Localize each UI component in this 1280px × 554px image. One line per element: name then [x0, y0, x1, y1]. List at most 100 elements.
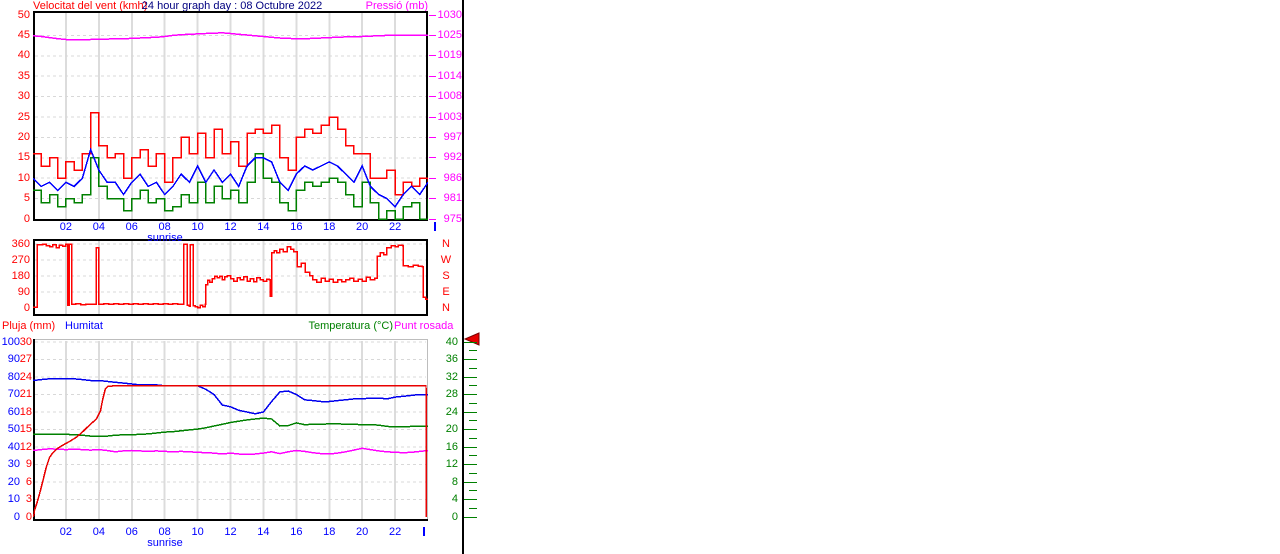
- hour-tick-label-top: 06: [125, 221, 138, 233]
- pressure-tick-label: 1003: [437, 111, 462, 123]
- wind-speed-tick-label: 30: [17, 90, 30, 102]
- wind-speed-pressure-chart: [33, 11, 428, 221]
- rain-tick-label: 6: [25, 476, 32, 488]
- weather-24h-graph-page: Velocitat del vent (kmh) 24 hour graph d…: [0, 0, 1280, 554]
- sunrise-label-top: sunrise: [147, 232, 183, 244]
- hour-tick-label-top: 10: [191, 221, 204, 233]
- temperature-minor-tick: [469, 403, 477, 404]
- temperature-major-tick: [464, 359, 477, 360]
- wind-speed-tick-label: 15: [17, 151, 30, 163]
- rain-humidity-temperature-chart: [33, 339, 428, 521]
- frame-divider: [462, 0, 464, 554]
- rain-legend-label: Pluja (mm): [2, 320, 56, 332]
- hour-tick-label-bottom: 18: [323, 526, 336, 538]
- compass-letter-label: E: [442, 286, 450, 298]
- temperature-tick-label: 0: [451, 511, 458, 523]
- temperature-major-tick: [464, 342, 477, 343]
- marker-left-arrow-icon: [464, 332, 480, 346]
- direction-tick-label: 0: [23, 302, 30, 314]
- pressure-tick-label: 1008: [437, 90, 462, 102]
- wind-speed-tick-label: 5: [23, 192, 30, 204]
- wind-speed-tick-label: 50: [17, 9, 30, 21]
- pressure-tick-label: 1019: [437, 49, 462, 61]
- temperature-major-tick: [464, 499, 477, 500]
- pressure-tick-label: 975: [443, 213, 462, 225]
- wind-speed-tick-label: 40: [17, 49, 30, 61]
- temperature-tick-label: 40: [445, 336, 458, 348]
- temperature-minor-tick: [469, 455, 477, 456]
- wind-speed-tick-label: 0: [23, 213, 30, 225]
- rain-tick-label: 24: [19, 371, 32, 383]
- hour-tick-label-top: 14: [257, 221, 270, 233]
- temperature-tick-label: 16: [445, 441, 458, 453]
- temperature-minor-tick: [469, 385, 477, 386]
- hour-tick-label-top: 18: [323, 221, 336, 233]
- hour-tick-label-top: 04: [92, 221, 105, 233]
- temperature-tick-label: 12: [445, 458, 458, 470]
- direction-tick-label: 270: [11, 254, 30, 266]
- temperature-major-tick: [464, 394, 477, 395]
- hour-tick-label-bottom: 12: [224, 526, 237, 538]
- hour-tick-label-bottom: 14: [257, 526, 270, 538]
- temperature-minor-tick: [469, 350, 477, 351]
- compass-letter-label: N: [442, 302, 450, 314]
- temperature-tick-label: 4: [451, 493, 458, 505]
- temperature-major-tick: [464, 464, 477, 465]
- axis-end-tick: [423, 527, 425, 536]
- hour-tick-label-bottom: 02: [59, 526, 73, 538]
- hour-tick-label-top: 12: [224, 221, 237, 233]
- temperature-tick-label: 32: [445, 371, 458, 383]
- wind-speed-tick-label: 10: [17, 172, 30, 184]
- temperature-minor-tick: [469, 420, 477, 421]
- temperature-minor-tick: [469, 473, 477, 474]
- temperature-minor-tick: [469, 490, 477, 491]
- hour-tick-label-top: 02: [59, 221, 73, 233]
- hour-tick-label-top: 08: [158, 221, 171, 233]
- pressure-tick-label: 992: [443, 151, 462, 163]
- sunrise-label-bottom: sunrise: [147, 537, 183, 549]
- rain-tick-label: 21: [19, 388, 32, 400]
- hour-tick-label-bottom: 08: [158, 526, 171, 538]
- pressure-tick-label: 1025: [437, 29, 462, 41]
- hour-tick-label-top: 16: [290, 221, 303, 233]
- pressure-tick-label: 986: [443, 172, 462, 184]
- wind-direction-chart: [33, 239, 428, 316]
- wind-speed-tick-label: 25: [17, 111, 30, 123]
- temperature-minor-tick: [469, 368, 477, 369]
- compass-letter-label: S: [442, 270, 450, 282]
- temperature-major-tick: [464, 429, 477, 430]
- temperature-major-tick: [464, 377, 477, 378]
- direction-tick-label: 180: [11, 270, 30, 282]
- wind-speed-tick-label: 45: [17, 29, 30, 41]
- temperature-major-tick: [464, 412, 477, 413]
- temperature-tick-label: 36: [445, 353, 458, 365]
- rain-tick-label: 18: [19, 406, 32, 418]
- hour-tick-label-top: 22: [388, 221, 402, 233]
- hour-tick-label-bottom: 10: [191, 526, 204, 538]
- dewpoint-legend-label: Punt rosada: [394, 320, 454, 332]
- temperature-tick-label: 20: [445, 423, 458, 435]
- temperature-legend-label: Temperatura (°C): [308, 320, 393, 332]
- hour-tick-label-bottom: 20: [356, 526, 369, 538]
- rain-tick-label: 15: [19, 423, 32, 435]
- hour-tick-label-bottom: 16: [290, 526, 303, 538]
- rain-tick-label: 9: [25, 458, 32, 470]
- hour-tick-label-top: 20: [356, 221, 369, 233]
- rain-tick-label: 27: [19, 353, 32, 365]
- rain-tick-label: 30: [19, 336, 32, 348]
- temperature-major-tick: [464, 517, 477, 518]
- temperature-major-tick: [464, 482, 477, 483]
- pressure-tick-label: 997: [443, 131, 462, 143]
- rain-tick-label: 12: [19, 441, 32, 453]
- pressure-tick-label: 981: [443, 192, 462, 204]
- temperature-major-tick: [464, 447, 477, 448]
- temperature-minor-tick: [469, 508, 477, 509]
- wind-speed-tick-label: 35: [17, 70, 30, 82]
- rain-tick-label: 0: [25, 511, 32, 523]
- temperature-minor-tick: [469, 438, 477, 439]
- temperature-tick-label: 8: [451, 476, 458, 488]
- pressure-tick-label: 1030: [437, 9, 462, 21]
- pressure-tick-label: 1014: [437, 70, 462, 82]
- compass-letter-label: W: [440, 254, 452, 266]
- hour-tick-label-bottom: 06: [125, 526, 138, 538]
